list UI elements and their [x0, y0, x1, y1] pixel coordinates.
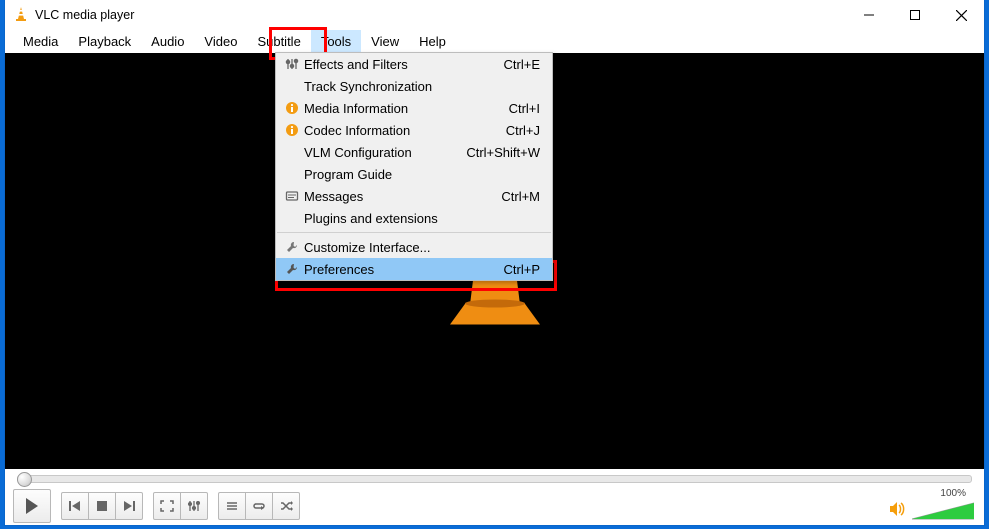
window-controls	[846, 0, 984, 30]
menuitem-shortcut: Ctrl+M	[501, 189, 540, 204]
menuitem-label: Preferences	[304, 262, 504, 277]
vlc-cone-icon	[13, 6, 29, 25]
menu-separator	[277, 232, 551, 233]
menuitem-shortcut: Ctrl+P	[504, 262, 540, 277]
volume-slider[interactable]	[912, 501, 974, 521]
menu-media[interactable]: Media	[13, 30, 68, 52]
menu-video[interactable]: Video	[194, 30, 247, 52]
volume-control: 100%	[888, 500, 974, 521]
maximize-button[interactable]	[892, 0, 938, 30]
menu-audio[interactable]: Audio	[141, 30, 194, 52]
menuitem-plugins[interactable]: Plugins and extensions	[276, 207, 552, 229]
next-button[interactable]	[116, 492, 143, 520]
menuitem-shortcut: Ctrl+J	[506, 123, 540, 138]
titlebar: VLC media player	[5, 0, 984, 30]
menuitem-label: Customize Interface...	[304, 240, 540, 255]
wrench-icon	[280, 240, 304, 254]
menuitem-program-guide[interactable]: Program Guide	[276, 163, 552, 185]
info-icon	[280, 101, 304, 115]
menuitem-vlm-config[interactable]: VLM Configuration Ctrl+Shift+W	[276, 141, 552, 163]
speaker-icon[interactable]	[888, 500, 906, 521]
sliders-icon	[280, 57, 304, 71]
menu-subtitle[interactable]: Subtitle	[247, 30, 310, 52]
menuitem-shortcut: Ctrl+Shift+W	[466, 145, 540, 160]
previous-button[interactable]	[61, 492, 89, 520]
menu-tools-label: Tools	[321, 34, 351, 49]
menuitem-media-info[interactable]: Media Information Ctrl+I	[276, 97, 552, 119]
menu-video-label: Video	[204, 34, 237, 49]
loop-button[interactable]	[246, 492, 273, 520]
info-icon	[280, 123, 304, 137]
messages-icon	[280, 189, 304, 203]
menuitem-shortcut: Ctrl+I	[509, 101, 540, 116]
menuitem-track-sync[interactable]: Track Synchronization	[276, 75, 552, 97]
seek-handle[interactable]	[17, 472, 32, 487]
menuitem-label: Effects and Filters	[304, 57, 504, 72]
playback-controls: 100%	[5, 487, 984, 525]
stop-button[interactable]	[89, 492, 116, 520]
wrench-icon	[280, 262, 304, 276]
menu-tools[interactable]: Tools	[311, 30, 361, 52]
menu-audio-label: Audio	[151, 34, 184, 49]
menuitem-customize-interface[interactable]: Customize Interface...	[276, 236, 552, 258]
menu-media-label: Media	[23, 34, 58, 49]
menubar: Media Playback Audio Video Subtitle Tool…	[5, 30, 984, 52]
menu-view[interactable]: View	[361, 30, 409, 52]
menuitem-label: Media Information	[304, 101, 509, 116]
bottom-panel: 100%	[5, 471, 984, 525]
menuitem-label: Messages	[304, 189, 501, 204]
extended-settings-button[interactable]	[181, 492, 208, 520]
menu-subtitle-label: Subtitle	[257, 34, 300, 49]
menu-playback[interactable]: Playback	[68, 30, 141, 52]
menuitem-effects-filters[interactable]: Effects and Filters Ctrl+E	[276, 53, 552, 75]
seek-bar[interactable]	[5, 471, 984, 487]
close-button[interactable]	[938, 0, 984, 30]
menuitem-label: VLM Configuration	[304, 145, 466, 160]
menu-help[interactable]: Help	[409, 30, 456, 52]
menuitem-label: Plugins and extensions	[304, 211, 540, 226]
menuitem-label: Codec Information	[304, 123, 506, 138]
fullscreen-button[interactable]	[153, 492, 181, 520]
menuitem-label: Track Synchronization	[304, 79, 540, 94]
shuffle-button[interactable]	[273, 492, 300, 520]
menu-playback-label: Playback	[78, 34, 131, 49]
volume-percent: 100%	[940, 488, 966, 499]
view-group	[153, 492, 208, 520]
minimize-button[interactable]	[846, 0, 892, 30]
menuitem-codec-info[interactable]: Codec Information Ctrl+J	[276, 119, 552, 141]
window-title: VLC media player	[35, 8, 134, 22]
menu-view-label: View	[371, 34, 399, 49]
menuitem-shortcut: Ctrl+E	[504, 57, 540, 72]
menuitem-messages[interactable]: Messages Ctrl+M	[276, 185, 552, 207]
play-button[interactable]	[13, 489, 51, 523]
playlist-button[interactable]	[218, 492, 246, 520]
skip-group	[61, 492, 143, 520]
menuitem-preferences[interactable]: Preferences Ctrl+P	[276, 258, 552, 280]
app-window: VLC media player Media Playback Audio Vi…	[5, 0, 984, 525]
seek-track[interactable]	[17, 475, 972, 483]
menuitem-label: Program Guide	[304, 167, 540, 182]
menu-help-label: Help	[419, 34, 446, 49]
tools-dropdown: Effects and Filters Ctrl+E Track Synchro…	[275, 52, 553, 281]
playlist-group	[218, 492, 300, 520]
